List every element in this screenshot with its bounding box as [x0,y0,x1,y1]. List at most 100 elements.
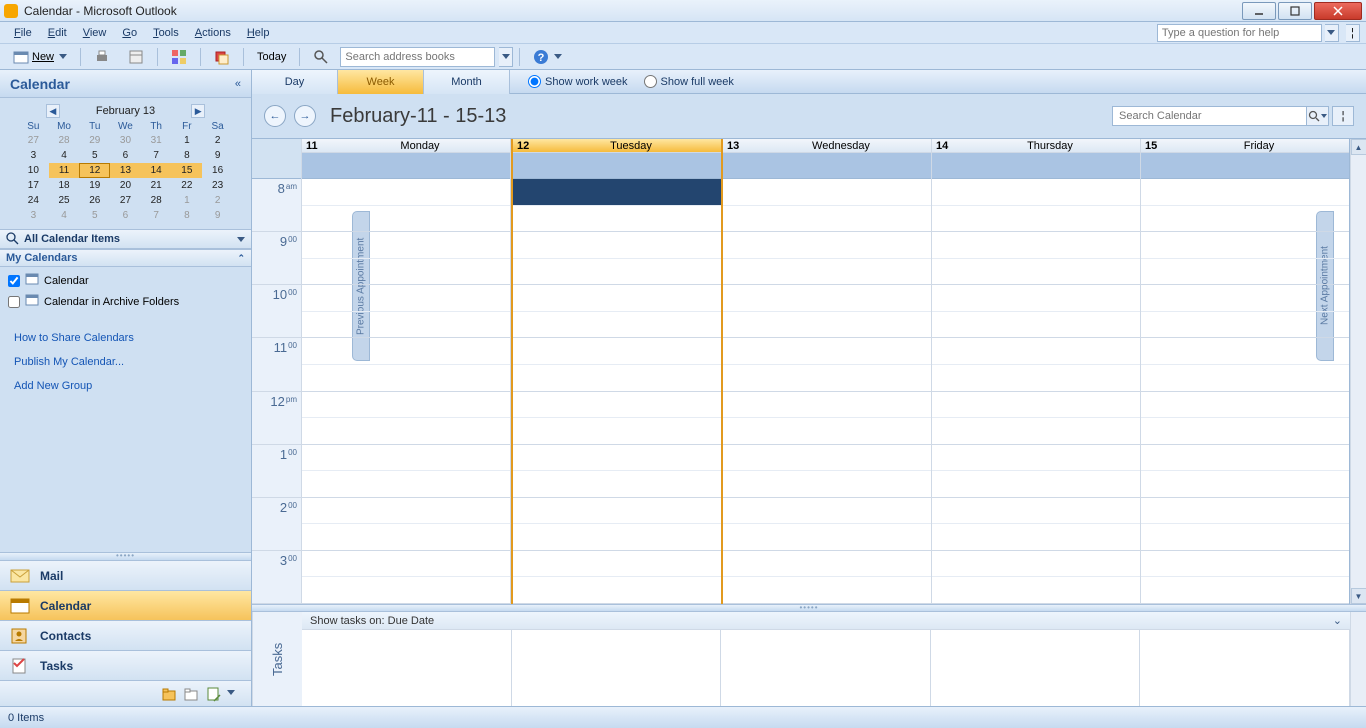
mini-cal-day[interactable]: 9 [202,208,233,223]
time-slot[interactable] [302,418,510,445]
time-slot[interactable] [513,392,721,419]
time-slot[interactable] [302,392,510,419]
time-slot[interactable] [302,259,510,286]
mini-cal-day[interactable]: 19 [79,178,110,193]
nav-link[interactable]: How to Share Calendars [14,326,237,350]
today-button[interactable]: Today [250,48,293,66]
time-slot[interactable] [513,471,721,498]
mini-cal-day[interactable]: 20 [110,178,141,193]
mini-cal-day[interactable]: 28 [141,193,172,208]
show-work-week-radio[interactable]: Show work week [528,75,628,88]
mini-cal-day[interactable]: 8 [172,208,203,223]
time-slot[interactable] [302,498,510,525]
next-week-button[interactable]: → [294,105,316,127]
menu-actions[interactable]: Actions [187,25,239,41]
time-slot[interactable] [932,445,1140,472]
time-slot[interactable] [302,312,510,339]
view-tab-week[interactable]: Week [338,70,424,94]
address-book-search-input[interactable] [340,47,495,67]
time-slot[interactable] [932,206,1140,233]
time-slot[interactable] [932,577,1140,604]
time-slot[interactable] [723,179,931,206]
calendar-item[interactable]: Calendar [8,270,243,291]
all-day-area[interactable] [932,153,1140,179]
categorize-button[interactable] [164,46,194,68]
mini-cal-day[interactable]: 3 [18,148,49,163]
nav-tasks-button[interactable]: Tasks [0,650,251,680]
day-column[interactable]: 14Thursday [932,139,1141,604]
shortcuts-icon[interactable] [161,686,177,702]
time-slot[interactable] [932,179,1140,206]
menu-edit[interactable]: Edit [40,25,75,41]
time-slot[interactable] [1141,285,1349,312]
task-day-column[interactable] [721,630,931,706]
time-slot[interactable] [302,445,510,472]
task-day-column[interactable] [512,630,722,706]
mini-cal-day[interactable]: 27 [110,193,141,208]
time-slot[interactable] [723,392,931,419]
time-slot[interactable] [1141,551,1349,578]
mini-cal-day[interactable]: 16 [202,163,233,178]
mini-cal-day[interactable]: 21 [141,178,172,193]
time-slot[interactable] [1141,471,1349,498]
time-slot[interactable] [932,232,1140,259]
time-slot[interactable] [513,312,721,339]
mini-cal-day[interactable]: 4 [49,208,80,223]
time-slot[interactable] [723,338,931,365]
time-slot[interactable] [513,498,721,525]
menu-go[interactable]: Go [114,25,145,41]
time-slot[interactable] [723,206,931,233]
scroll-down-button[interactable]: ▼ [1351,588,1366,604]
time-slot[interactable] [932,418,1140,445]
day-column[interactable]: 11Monday [302,139,511,604]
all-day-area[interactable] [1141,153,1349,179]
mini-cal-day[interactable]: 2 [202,193,233,208]
my-calendars-header[interactable]: My Calendars ⌃ [0,249,251,267]
time-slot[interactable] [513,338,721,365]
time-slot[interactable] [1141,312,1349,339]
folder-list-icon[interactable] [183,686,199,702]
tasks-resize-gripper[interactable]: ••••• [252,604,1366,612]
mini-cal-day[interactable]: 7 [141,208,172,223]
mini-cal-day[interactable]: 31 [141,133,172,148]
time-slot[interactable] [723,259,931,286]
task-day-column[interactable] [931,630,1141,706]
search-calendar-button[interactable] [1307,106,1329,126]
mini-cal-day[interactable]: 24 [18,193,49,208]
show-full-week-radio[interactable]: Show full week [644,75,734,88]
mini-cal-day[interactable]: 29 [79,133,110,148]
time-slot[interactable] [302,338,510,365]
mini-cal-day[interactable]: 25 [49,193,80,208]
time-slot[interactable] [302,179,510,206]
time-slot[interactable] [932,338,1140,365]
nav-calendar-button[interactable]: Calendar [0,590,251,620]
mini-cal-day[interactable]: 14 [141,163,172,178]
time-slot[interactable] [723,418,931,445]
mini-cal-day[interactable]: 11 [49,163,80,178]
toolbar-options-chevron[interactable]: ¦ [1346,24,1360,42]
time-slot[interactable] [513,232,721,259]
journal-icon[interactable] [205,686,221,702]
help-question-input[interactable] [1157,24,1322,42]
time-slot[interactable] [932,498,1140,525]
time-slot[interactable] [513,206,721,233]
time-slot[interactable] [932,365,1140,392]
time-slot[interactable] [302,524,510,551]
mini-cal-day[interactable]: 22 [172,178,203,193]
task-day-column[interactable] [1140,630,1350,706]
mini-cal-day[interactable]: 6 [110,208,141,223]
address-book-search-dropdown[interactable] [499,47,513,67]
calendar-checkbox[interactable] [8,275,20,287]
menu-file[interactable]: File [6,25,40,41]
help-question-dropdown[interactable] [1325,24,1339,42]
time-slot[interactable] [932,259,1140,286]
nav-link[interactable]: Publish My Calendar... [14,350,237,374]
find-contact-button[interactable] [306,46,336,68]
time-slot[interactable] [723,577,931,604]
time-slot[interactable] [302,577,510,604]
day-column[interactable]: 13Wednesday [723,139,932,604]
mini-cal-day[interactable]: 5 [79,148,110,163]
time-slot[interactable] [723,232,931,259]
time-slot[interactable] [513,418,721,445]
time-slot[interactable] [932,471,1140,498]
